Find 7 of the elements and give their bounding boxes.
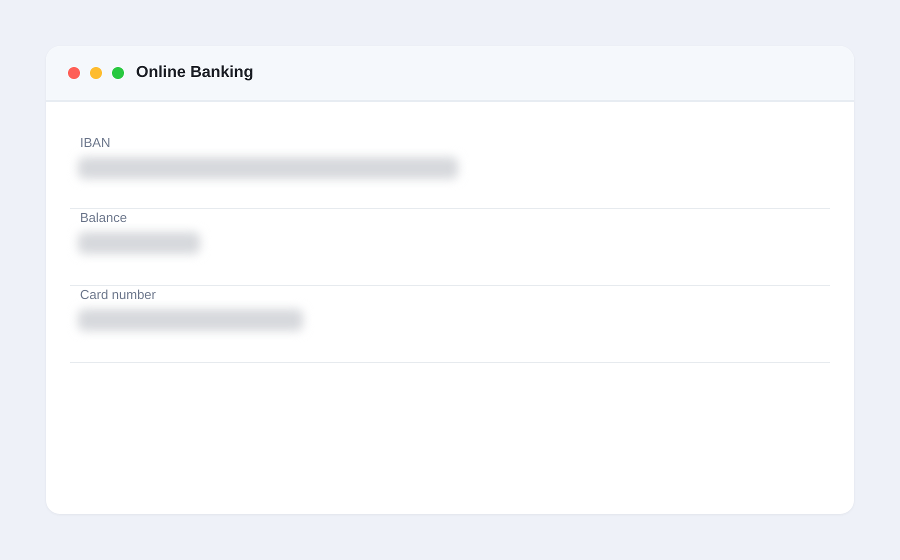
minimize-button[interactable] — [90, 67, 102, 79]
field-label: IBAN — [80, 135, 112, 151]
window-title: Online Banking — [136, 64, 254, 82]
field-label: Card number — [80, 287, 157, 303]
close-button[interactable] — [68, 67, 80, 79]
zoom-button[interactable] — [112, 67, 124, 79]
field-label: Balance — [80, 210, 128, 226]
